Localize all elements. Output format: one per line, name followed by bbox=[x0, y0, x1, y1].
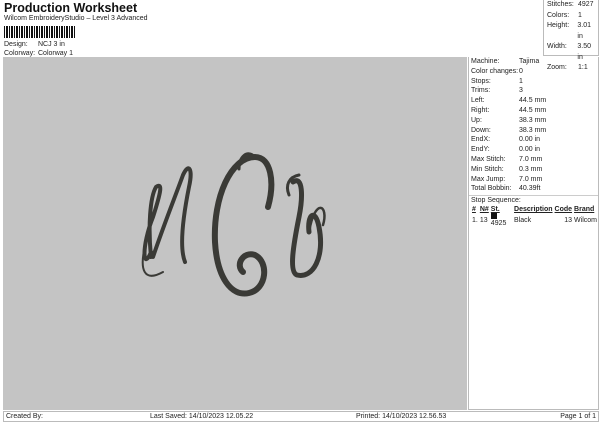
detail-row: EndX: 0.00 in bbox=[469, 135, 598, 145]
col-stitches: St. bbox=[490, 206, 500, 214]
summary-row: Colors: 1 bbox=[544, 11, 598, 22]
summary-row: Height: 3.01 in bbox=[544, 21, 598, 42]
detail-value: Tajima bbox=[519, 58, 540, 65]
summary-value: 3.01 in bbox=[577, 22, 592, 40]
design-preview bbox=[3, 57, 467, 410]
col-description: Description bbox=[514, 206, 553, 214]
detail-label: Left: bbox=[471, 97, 485, 105]
detail-row: Right: 44.5 mm bbox=[469, 106, 598, 116]
col-needle: N# bbox=[479, 206, 489, 214]
cell-code: 13 bbox=[564, 216, 573, 224]
col-brand: Brand bbox=[574, 206, 595, 214]
color-swatch bbox=[490, 213, 497, 220]
detail-row: Max Jump: 7.0 mm bbox=[469, 175, 598, 185]
cell-description: Black bbox=[514, 216, 532, 224]
summary-label: Height: bbox=[547, 22, 570, 29]
cell-stitches: 4925 bbox=[490, 213, 513, 227]
letter-j bbox=[290, 178, 323, 278]
detail-value: 38.3 mm bbox=[519, 126, 547, 134]
page-number: Page 1 of 1 bbox=[560, 413, 596, 420]
detail-value: 0.3 mm bbox=[519, 165, 543, 173]
detail-row: Left: 44.5 mm bbox=[469, 96, 598, 106]
detail-label: Stops: bbox=[471, 77, 491, 85]
monogram-embroidery bbox=[141, 152, 326, 297]
detail-label: Machine: bbox=[471, 58, 500, 65]
detail-label: Trims: bbox=[471, 87, 491, 95]
detail-value: 38.3 mm bbox=[519, 116, 547, 124]
detail-label: Down: bbox=[471, 126, 491, 134]
cell-needle: 13 bbox=[479, 216, 488, 224]
detail-row: Up: 38.3 mm bbox=[469, 116, 598, 126]
detail-row: Max Stitch: 7.0 mm bbox=[469, 155, 598, 165]
detail-label: Max Stitch: bbox=[471, 155, 506, 163]
detail-value: 0 bbox=[519, 67, 523, 75]
summary-value: 4927 bbox=[578, 1, 594, 8]
table-header: # N# St. Description Code Brand bbox=[471, 206, 598, 213]
stop-sequence-table: # N# St. Description Code Brand 1. 13 49… bbox=[471, 206, 598, 227]
created-by: Created By: bbox=[6, 413, 43, 420]
detail-value: 3 bbox=[519, 87, 523, 95]
detail-label: Up: bbox=[471, 116, 482, 124]
detail-value: 44.5 mm bbox=[519, 106, 547, 114]
detail-label: Right: bbox=[471, 106, 490, 114]
detail-label: EndY: bbox=[471, 146, 490, 154]
detail-row: Min Stitch: 0.3 mm bbox=[469, 165, 598, 175]
last-saved: Last Saved: 14/10/2023 12.05.22 bbox=[150, 413, 254, 420]
printed-date: Printed: 14/10/2023 12.56.53 bbox=[356, 413, 447, 420]
col-num: # bbox=[472, 206, 476, 214]
detail-label: Max Jump: bbox=[471, 175, 506, 183]
summary-label: Colors: bbox=[547, 11, 570, 19]
detail-row: Total Bobbin: 40.39ft bbox=[469, 184, 598, 194]
detail-row: EndY: 0.00 in bbox=[469, 145, 598, 155]
summary-row: Stitches: 4927 bbox=[544, 0, 598, 11]
detail-row: Machine: Tajima bbox=[469, 57, 598, 67]
table-row: 1. 13 4925 Black 13 Wilcom bbox=[471, 213, 598, 227]
detail-value: 7.0 mm bbox=[519, 175, 543, 183]
detail-row: Stops: 1 bbox=[469, 77, 598, 87]
detail-row: Down: 38.3 mm bbox=[469, 126, 598, 136]
detail-value: 0.00 in bbox=[519, 136, 541, 144]
detail-value: 7.0 mm bbox=[519, 155, 543, 163]
software-subtitle: Wilcom EmbroideryStudio – Level 3 Advanc… bbox=[4, 15, 148, 22]
page-title: Production Worksheet bbox=[4, 1, 138, 15]
cell-num: 1. bbox=[472, 216, 478, 224]
detail-value: 1 bbox=[519, 77, 523, 85]
letter-n bbox=[142, 166, 193, 264]
details-panel: Machine: Tajima Color changes: 0 Stops: 1 Trim… bbox=[468, 57, 599, 410]
detail-row: Color changes: 0 bbox=[469, 67, 598, 77]
barcode bbox=[4, 26, 75, 38]
detail-label: Total Bobbin: bbox=[471, 185, 512, 193]
detail-label: EndX: bbox=[471, 136, 491, 144]
letter-j-top bbox=[285, 173, 301, 197]
stitch-count: 4925 bbox=[490, 220, 507, 228]
cell-brand: Wilcom bbox=[574, 216, 597, 224]
footer: Created By: Last Saved: 14/10/2023 12.05… bbox=[3, 411, 599, 422]
summary-label: Stitches: bbox=[547, 1, 574, 8]
detail-label: Color changes: bbox=[471, 67, 519, 75]
detail-label: Min Stitch: bbox=[471, 165, 504, 173]
stop-sequence-label: Stop Sequence: bbox=[469, 195, 598, 206]
detail-value: 40.39ft bbox=[519, 185, 541, 193]
detail-value: 0.00 in bbox=[519, 146, 541, 154]
detail-value: 44.5 mm bbox=[519, 97, 547, 105]
letter-c bbox=[211, 153, 275, 297]
col-code: Code bbox=[554, 206, 573, 214]
detail-row: Trims: 3 bbox=[469, 86, 598, 96]
summary-box: Stitches: 4927 Colors: 1 Height: 3.01 in Wi… bbox=[543, 0, 599, 71]
summary-value: 1 bbox=[578, 11, 582, 19]
